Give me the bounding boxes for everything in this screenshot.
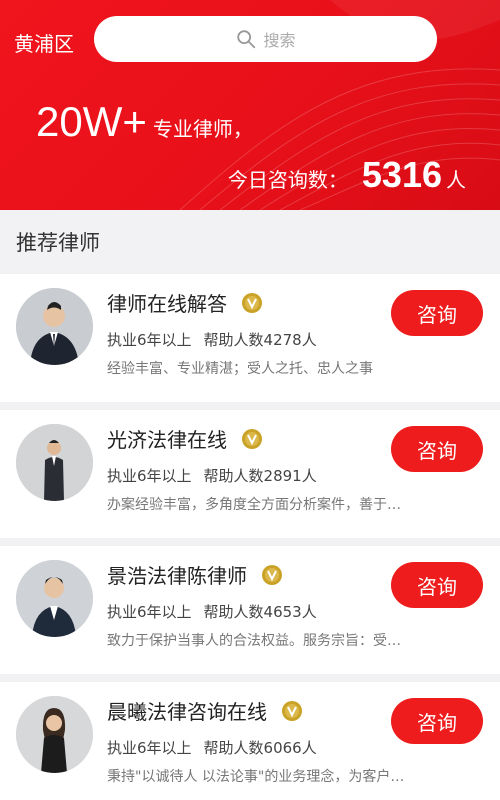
lawyer-stats: 执业6年以上 帮助人数2891人: [107, 465, 317, 486]
practice-years: 执业6年以上: [107, 739, 192, 757]
lawyer-stats: 执业6年以上 帮助人数4653人: [107, 601, 317, 622]
lawyer-name: 景浩法律陈律师: [107, 564, 247, 588]
verified-badge-icon: [242, 428, 262, 449]
lawyer-description: 秉持"以诚待人 以法论事"的业务理念，为客户…: [107, 769, 405, 785]
headline: 20W+ 专业律师，: [36, 98, 253, 146]
lawyer-description: 办案经验丰富，多角度全方面分析案件，善于…: [107, 497, 401, 513]
verified-badge-icon: [242, 292, 262, 313]
header-banner: 黄浦区 搜索 20W+ 专业律师， 今日咨询数： 5316 人: [0, 0, 500, 210]
section-title: 推荐律师: [0, 210, 500, 274]
helped-count: 帮助人数6066人: [203, 739, 317, 757]
consult-button[interactable]: 咨询: [391, 562, 483, 608]
practice-years: 执业6年以上: [107, 603, 192, 621]
lawyer-name: 晨曦法律咨询在线: [107, 700, 267, 724]
consult-label: 今日咨询数：: [227, 168, 348, 192]
lawyer-card[interactable]: 律师在线解答 执业6年以上 帮助人数4278人 经验丰富、专业精湛；受人之托、忠人…: [0, 274, 500, 402]
helped-count: 帮助人数4278人: [203, 331, 317, 349]
lawyer-count-label: 专业律师，: [152, 117, 253, 141]
search-icon: [237, 30, 256, 49]
lawyer-description: 经验丰富、专业精湛；受人之托、忠人之事: [107, 361, 373, 377]
lawyer-card[interactable]: 晨曦法律咨询在线 执业6年以上 帮助人数6066人 秉持"以诚待人 以法论事"的业…: [0, 682, 500, 800]
search-bar[interactable]: 搜索: [94, 16, 437, 62]
helped-count: 帮助人数4653人: [203, 603, 317, 621]
consult-button[interactable]: 咨询: [391, 290, 483, 336]
consult-count: 5316: [361, 154, 442, 195]
lawyer-stats: 执业6年以上 帮助人数6066人: [107, 737, 317, 758]
avatar: [16, 560, 93, 637]
verified-badge-icon: [262, 564, 282, 585]
consult-button[interactable]: 咨询: [391, 698, 483, 744]
consult-button[interactable]: 咨询: [391, 426, 483, 472]
avatar: [16, 424, 93, 501]
practice-years: 执业6年以上: [107, 467, 192, 485]
practice-years: 执业6年以上: [107, 331, 192, 349]
avatar: [16, 288, 93, 365]
verified-badge-icon: [282, 700, 302, 721]
lawyer-count: 20W+: [36, 98, 147, 145]
lawyer-description: 致力于保护当事人的合法权益。服务宗旨：受…: [107, 633, 401, 649]
daily-consult: 今日咨询数： 5316 人: [228, 154, 466, 196]
consult-unit: 人: [446, 168, 466, 192]
lawyer-name: 律师在线解答: [107, 292, 227, 316]
lawyer-stats: 执业6年以上 帮助人数4278人: [107, 329, 317, 350]
helped-count: 帮助人数2891人: [203, 467, 317, 485]
lawyer-card[interactable]: 光济法律在线 执业6年以上 帮助人数2891人 办案经验丰富，多角度全方面分析案件…: [0, 410, 500, 538]
lawyer-card[interactable]: 景浩法律陈律师 执业6年以上 帮助人数4653人 致力于保护当事人的合法权益。服务…: [0, 546, 500, 674]
search-placeholder: 搜索: [263, 31, 296, 50]
avatar: [16, 696, 93, 773]
city-selector[interactable]: 黄浦区: [14, 28, 74, 57]
lawyer-name: 光济法律在线: [107, 428, 227, 452]
